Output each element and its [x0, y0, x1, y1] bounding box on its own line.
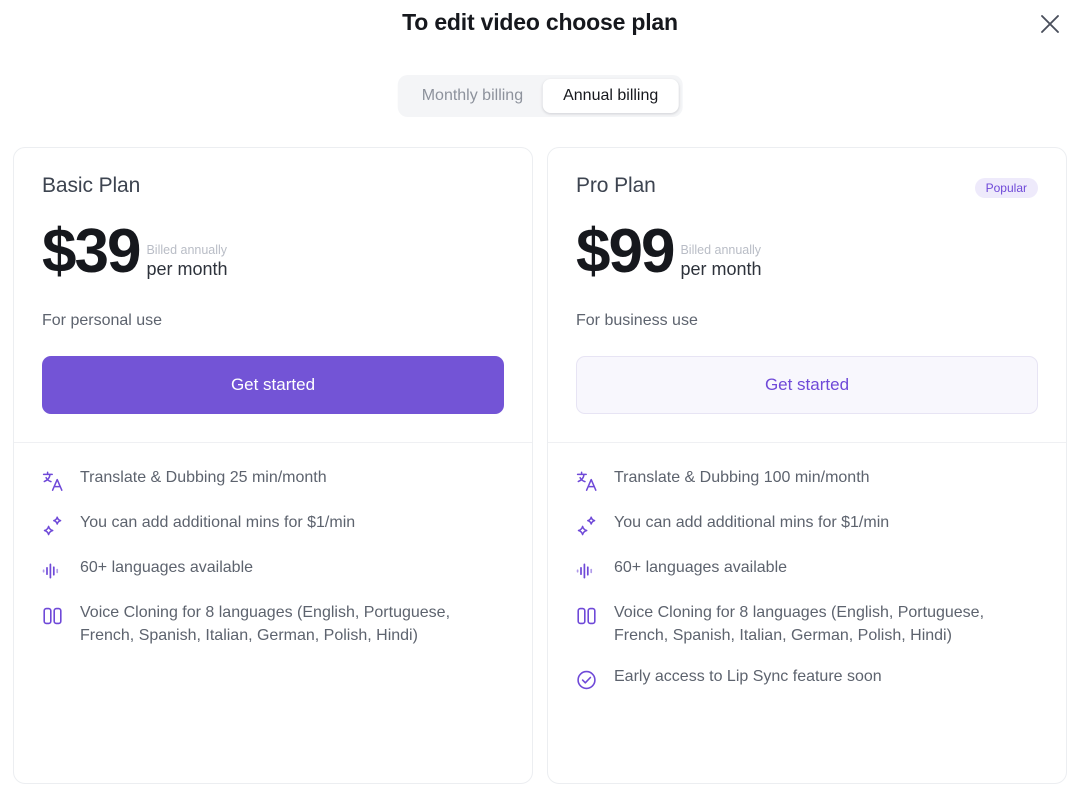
plan-list: Basic Plan $39 Billed annually per month… [13, 147, 1067, 784]
billed-note: Billed annually [680, 243, 761, 257]
list-item: Early access to Lip Sync feature soon [574, 666, 1038, 693]
price-amount: $99 [576, 223, 673, 282]
price-row: $39 Billed annually per month [42, 220, 504, 282]
get-started-button-pro[interactable]: Get started [576, 356, 1038, 414]
price-period: per month [680, 258, 761, 281]
close-button[interactable] [1034, 8, 1066, 40]
list-item: Translate & Dubbing 25 min/month [40, 467, 504, 494]
waveform-icon [40, 558, 66, 584]
feature-text: Voice Cloning for 8 languages (English, … [80, 602, 495, 648]
price-meta: Billed annually per month [680, 243, 761, 282]
feature-text: 60+ languages available [80, 557, 253, 580]
price-row: $99 Billed annually per month [576, 220, 1038, 282]
plan-name: Pro Plan [576, 174, 656, 198]
voice-clone-icon [574, 603, 600, 629]
tab-annual-billing[interactable]: Annual billing [543, 79, 678, 113]
plan-summary: Pro Plan Popular $99 Billed annually per… [548, 148, 1066, 443]
check-circle-icon [574, 667, 600, 693]
billing-period-toggle[interactable]: Monthly billing Annual billing [398, 75, 683, 117]
plan-name: Basic Plan [42, 174, 140, 198]
close-icon [1039, 13, 1061, 35]
waveform-icon [574, 558, 600, 584]
list-item: 60+ languages available [574, 557, 1038, 584]
get-started-button-basic[interactable]: Get started [42, 356, 504, 414]
page-title: To edit video choose plan [0, 9, 1080, 36]
plan-summary: Basic Plan $39 Billed annually per month… [14, 148, 532, 443]
feature-list-basic: Translate & Dubbing 25 min/month You can… [14, 443, 532, 676]
pricing-modal: To edit video choose plan Monthly billin… [0, 0, 1080, 798]
feature-text: You can add additional mins for $1/min [614, 512, 889, 535]
status-badge: Popular [975, 178, 1038, 198]
price-amount: $39 [42, 223, 139, 282]
feature-list-pro: Translate & Dubbing 100 min/month You ca… [548, 443, 1066, 721]
feature-text: Translate & Dubbing 100 min/month [614, 467, 870, 490]
list-item: You can add additional mins for $1/min [574, 512, 1038, 539]
plan-header: Pro Plan Popular [576, 174, 1038, 198]
price-meta: Billed annually per month [146, 243, 227, 282]
tab-monthly-billing[interactable]: Monthly billing [402, 79, 543, 113]
list-item: 60+ languages available [40, 557, 504, 584]
plan-header: Basic Plan [42, 174, 504, 198]
plan-use-case: For business use [576, 312, 1038, 330]
feature-text: Voice Cloning for 8 languages (English, … [614, 602, 1029, 648]
plan-use-case: For personal use [42, 312, 504, 330]
plan-card-basic: Basic Plan $39 Billed annually per month… [13, 147, 533, 784]
plan-card-pro: Pro Plan Popular $99 Billed annually per… [547, 147, 1067, 784]
translate-icon [40, 468, 66, 494]
list-item: Translate & Dubbing 100 min/month [574, 467, 1038, 494]
list-item: You can add additional mins for $1/min [40, 512, 504, 539]
sparkles-icon [40, 513, 66, 539]
billed-note: Billed annually [146, 243, 227, 257]
translate-icon [574, 468, 600, 494]
list-item: Voice Cloning for 8 languages (English, … [40, 602, 504, 648]
list-item: Voice Cloning for 8 languages (English, … [574, 602, 1038, 648]
feature-text: 60+ languages available [614, 557, 787, 580]
price-period: per month [146, 258, 227, 281]
feature-text: Translate & Dubbing 25 min/month [80, 467, 327, 490]
feature-text: Early access to Lip Sync feature soon [614, 666, 882, 689]
feature-text: You can add additional mins for $1/min [80, 512, 355, 535]
sparkles-icon [574, 513, 600, 539]
voice-clone-icon [40, 603, 66, 629]
